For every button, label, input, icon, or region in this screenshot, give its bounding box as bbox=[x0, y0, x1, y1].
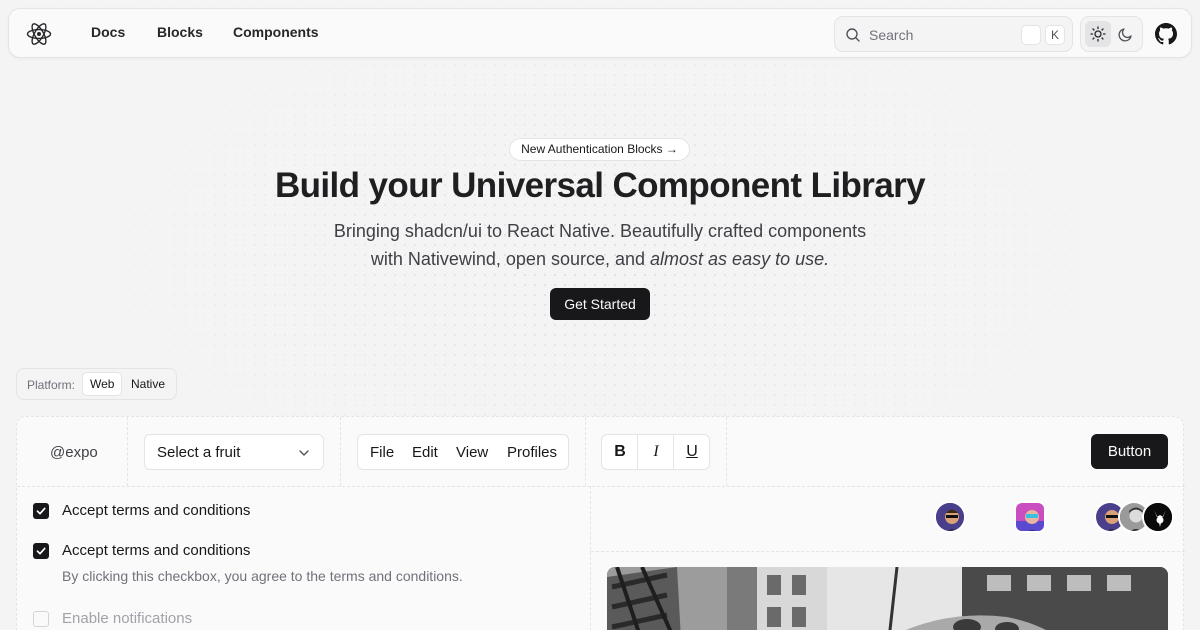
top-navbar: Docs Blocks Components Search K bbox=[8, 8, 1192, 58]
row-divider bbox=[591, 551, 1185, 552]
avatar-image bbox=[936, 503, 964, 531]
notifications-checkbox-label[interactable]: Enable notifications bbox=[62, 610, 192, 627]
check-icon bbox=[36, 547, 46, 555]
menu-view[interactable]: View bbox=[456, 444, 488, 461]
photo-image bbox=[607, 567, 1168, 630]
component-showcase: @expo Select a fruit File Edit View Prof… bbox=[16, 416, 1185, 630]
terms-checkbox[interactable] bbox=[33, 543, 49, 559]
search-input[interactable]: Search K bbox=[834, 16, 1073, 52]
hero-subtitle-emphasis: almost as easy to use. bbox=[650, 249, 830, 269]
search-placeholder: Search bbox=[869, 27, 914, 43]
column-divider bbox=[590, 486, 591, 630]
hero-subtitle-line1: Bringing shadcn/ui to React Native. Beau… bbox=[333, 221, 867, 241]
cell-divider bbox=[726, 417, 727, 486]
menubar: File Edit View Profiles bbox=[357, 434, 569, 470]
get-started-button[interactable]: Get Started bbox=[550, 288, 650, 320]
react-atom-icon[interactable] bbox=[26, 21, 52, 47]
hero-subtitle-line2: with Nativewind, open source, and bbox=[370, 249, 651, 269]
cell-divider bbox=[340, 417, 341, 486]
menu-edit[interactable]: Edit bbox=[412, 444, 438, 461]
fruit-select[interactable]: Select a fruit bbox=[144, 434, 324, 470]
underline-icon: U bbox=[686, 443, 698, 460]
hero-title: Build your Universal Component Library bbox=[274, 166, 926, 205]
terms-checkbox[interactable] bbox=[33, 503, 49, 519]
avatar[interactable] bbox=[934, 501, 966, 533]
chevron-down-icon bbox=[299, 450, 309, 456]
avatar[interactable] bbox=[1142, 501, 1174, 533]
menu-file[interactable]: File bbox=[370, 444, 394, 461]
sun-icon bbox=[1090, 26, 1106, 42]
dark-theme-button[interactable] bbox=[1113, 21, 1139, 47]
select-placeholder: Select a fruit bbox=[157, 444, 241, 461]
nav-link-docs[interactable]: Docs bbox=[91, 24, 125, 40]
light-theme-button[interactable] bbox=[1085, 21, 1111, 47]
notifications-checkbox[interactable] bbox=[33, 611, 49, 627]
terms-checkbox-label[interactable]: Accept terms and conditions bbox=[62, 502, 250, 519]
menu-profiles[interactable]: Profiles bbox=[507, 444, 557, 461]
expo-handle[interactable]: @expo bbox=[50, 444, 98, 461]
text-format-toggle-group: B I U bbox=[601, 434, 710, 470]
platform-option-web[interactable]: Web bbox=[82, 372, 123, 396]
platform-label: Platform: bbox=[27, 378, 76, 392]
announcement-badge[interactable]: New Authentication Blocks → bbox=[509, 138, 690, 161]
theme-toggle bbox=[1080, 16, 1143, 52]
terms-checkbox-description: By clicking this checkbox, you agree to … bbox=[62, 568, 463, 584]
search-icon bbox=[846, 28, 860, 42]
bold-toggle[interactable]: B bbox=[602, 435, 638, 469]
moon-icon bbox=[1118, 28, 1132, 42]
avatar[interactable] bbox=[1014, 501, 1046, 533]
hero-subtitle: Bringing shadcn/ui to React Native. Beau… bbox=[300, 217, 900, 273]
github-icon[interactable] bbox=[1155, 23, 1177, 45]
terms-checkbox-label[interactable]: Accept terms and conditions bbox=[62, 542, 250, 559]
cell-divider bbox=[127, 417, 128, 486]
street-photo bbox=[607, 567, 1168, 630]
nav-link-components[interactable]: Components bbox=[233, 24, 319, 40]
avatar-image bbox=[1016, 503, 1044, 531]
underline-toggle[interactable]: U bbox=[674, 435, 710, 469]
row-divider bbox=[17, 486, 1185, 487]
avatar-image bbox=[1144, 503, 1172, 531]
primary-button[interactable]: Button bbox=[1091, 434, 1168, 469]
shortcut-key: K bbox=[1045, 25, 1065, 45]
italic-toggle[interactable]: I bbox=[638, 435, 674, 469]
command-key-icon bbox=[1021, 25, 1041, 45]
cell-divider bbox=[585, 417, 586, 486]
italic-icon: I bbox=[653, 443, 659, 460]
bold-icon: B bbox=[614, 443, 626, 460]
platform-switcher: Platform: Web Native bbox=[16, 368, 177, 400]
nav-link-blocks[interactable]: Blocks bbox=[157, 24, 203, 40]
platform-option-native[interactable]: Native bbox=[124, 372, 172, 396]
check-icon bbox=[36, 507, 46, 515]
